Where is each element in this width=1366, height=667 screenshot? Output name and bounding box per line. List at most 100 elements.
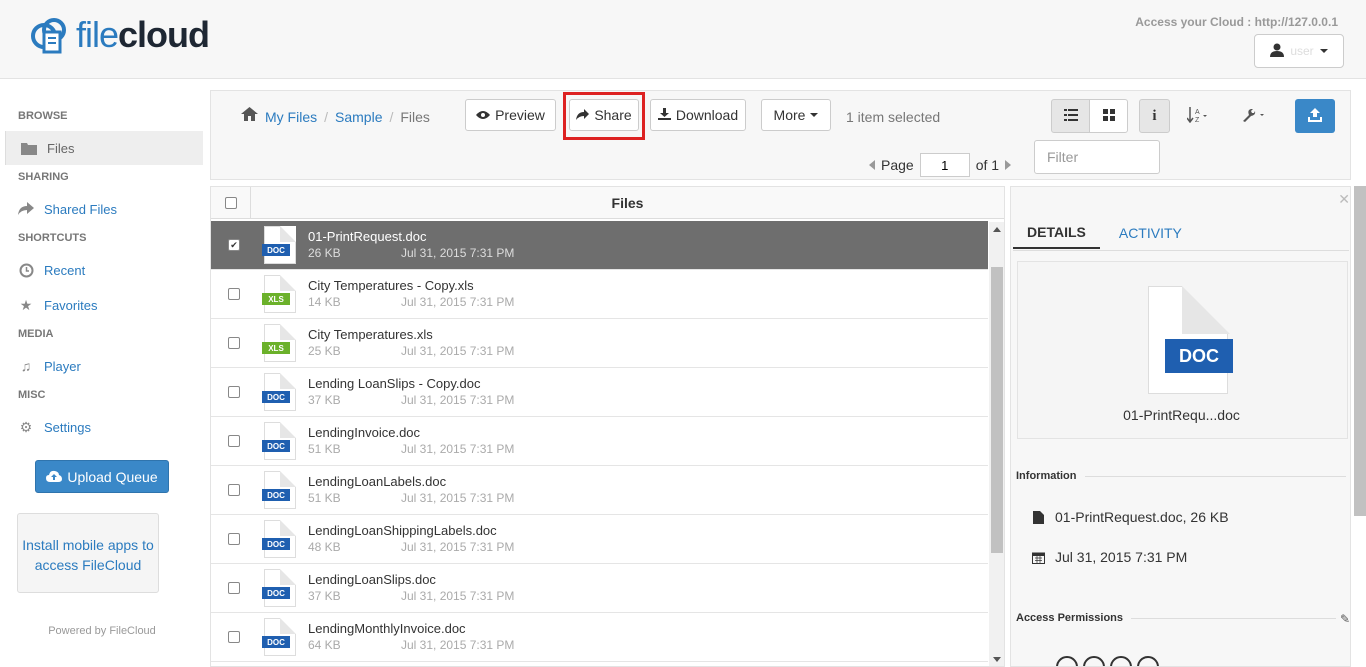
tab-activity[interactable]: ACTIVITY [1105, 217, 1196, 249]
table-row[interactable]: DOC LendingLoanShippingLabels.doc 48 KB Jul… [211, 515, 988, 564]
row-checkbox[interactable] [228, 533, 240, 545]
tab-details[interactable]: DETAILS [1013, 217, 1100, 249]
sidebar-item-recent[interactable]: Recent [18, 260, 85, 280]
table-row[interactable]: DOC LendingMonthlyInvoice.doc 64 KB Jul 31,… [211, 613, 988, 662]
page-input[interactable] [919, 153, 970, 177]
table-row[interactable]: ✔ DOC 01-PrintRequest.doc 26 KB Jul 31, 2015… [211, 221, 988, 270]
list-view-button[interactable] [1051, 99, 1090, 133]
file-name[interactable]: 01-PrintRequest.doc [308, 228, 514, 245]
file-type-tag: DOC [262, 636, 290, 648]
page-scrollbar[interactable] [1354, 186, 1366, 516]
next-page-icon[interactable] [1005, 160, 1012, 170]
sidebar-item-shared-files[interactable]: Shared Files [18, 199, 117, 219]
sort-button[interactable]: AZ [1181, 99, 1215, 133]
select-all-checkbox[interactable] [224, 196, 237, 209]
upload-icon [1308, 107, 1322, 125]
breadcrumb-my-files[interactable]: My Files [265, 109, 317, 125]
chevron-down-icon [1319, 49, 1328, 53]
table-row[interactable]: DOC Lending LoanSlips - Copy.doc 37 KB Jul … [211, 368, 988, 417]
info-button[interactable]: i [1139, 99, 1170, 133]
row-checkbox[interactable] [228, 337, 240, 349]
sidebar-item-player[interactable]: ♫ Player [18, 356, 81, 376]
file-name[interactable]: LendingLoanLabels.doc [308, 473, 514, 490]
folder-icon [21, 140, 37, 156]
scroll-down-icon[interactable] [993, 657, 1001, 662]
home-icon[interactable] [241, 107, 258, 126]
share-button[interactable]: Share [569, 99, 639, 131]
edit-permissions-icon[interactable]: ✎ [1340, 612, 1350, 626]
details-panel: ✕ DETAILS ACTIVITY DOC 01-PrintRequ...do… [1010, 186, 1351, 667]
section-shortcuts: SHORTCUTS [18, 232, 87, 244]
file-name[interactable]: LendingMonthlyInvoice.doc [308, 620, 514, 637]
sidebar-item-files[interactable]: Files [5, 131, 203, 165]
row-checkbox[interactable] [228, 631, 240, 643]
file-name[interactable]: City Temperatures.xls [308, 326, 514, 343]
table-row[interactable]: DOC LendingInvoice.doc 51 KB Jul 31, 2015 7… [211, 417, 988, 466]
upload-button[interactable] [1295, 99, 1335, 133]
file-name[interactable]: City Temperatures - Copy.xls [308, 277, 514, 294]
sidebar-item-favorites[interactable]: ★ Favorites [18, 295, 98, 315]
grid-view-button[interactable] [1089, 99, 1128, 133]
row-checkbox[interactable] [228, 288, 240, 300]
tools-button[interactable] [1238, 99, 1272, 133]
table-row[interactable]: XLS City Temperatures.xls 25 KB Jul 31, 201… [211, 319, 988, 368]
file-date: Jul 31, 2015 7:31 PM [401, 540, 515, 554]
breadcrumb-sample[interactable]: Sample [335, 109, 382, 125]
permission-icons [1056, 656, 1159, 666]
prev-page-icon[interactable] [869, 160, 875, 170]
clock-icon [18, 262, 34, 278]
preview-button[interactable]: Preview [465, 99, 556, 131]
permission-share-icon [1110, 656, 1132, 666]
info-icon: i [1152, 107, 1157, 124]
svg-text:Z: Z [1195, 117, 1200, 123]
scroll-thumb[interactable] [991, 267, 1003, 553]
cloud-upload-icon [46, 469, 63, 485]
install-mobile-apps-link[interactable]: Install mobile apps to access FileCloud [17, 513, 159, 593]
permission-read-icon [1056, 656, 1078, 666]
filter-input[interactable] [1034, 140, 1160, 174]
file-name[interactable]: LendingInvoice.doc [308, 424, 514, 441]
user-menu-button[interactable]: user [1254, 34, 1344, 68]
row-checkbox[interactable] [228, 435, 240, 447]
file-toolbar: My Files / Sample / Files Preview Share … [210, 90, 1351, 180]
table-row[interactable]: XLS City Temperatures - Copy.xls 14 KB Jul … [211, 270, 988, 319]
row-checkbox[interactable] [228, 386, 240, 398]
file-size: 37 KB [308, 589, 341, 603]
close-icon[interactable]: ✕ [1338, 191, 1350, 208]
files-column-header[interactable]: Files [251, 195, 1004, 211]
logo-text: filecloud [76, 14, 210, 55]
file-date: Jul 31, 2015 7:31 PM [401, 393, 515, 407]
file-name[interactable]: LendingLoanShippingLabels.doc [308, 522, 514, 539]
share-label: Share [594, 107, 632, 123]
list-icon [1063, 108, 1078, 124]
sidebar-item-settings[interactable]: ⚙ Settings [18, 417, 91, 437]
file-list-scrollbar[interactable] [989, 222, 1004, 666]
file-date: Jul 31, 2015 7:31 PM [401, 589, 515, 603]
download-button[interactable]: Download [650, 99, 746, 131]
file-size: 51 KB [308, 491, 341, 505]
row-checkbox[interactable] [228, 582, 240, 594]
filecloud-logo[interactable]: filecloud [30, 14, 210, 55]
grid-icon [1102, 108, 1115, 124]
upload-queue-button[interactable]: Upload Queue [35, 460, 169, 493]
share-arrow-icon [576, 107, 590, 123]
more-button[interactable]: More [761, 99, 831, 131]
doc-file-icon: DOC [262, 618, 298, 656]
preview-label: Preview [495, 107, 545, 123]
row-checkbox[interactable] [228, 484, 240, 496]
row-checkbox[interactable]: ✔ [228, 239, 240, 251]
table-row[interactable]: DOC LendingLoanLabels.doc 51 KB Jul 31, 201… [211, 466, 988, 515]
file-name[interactable]: LendingLoanSlips.doc [308, 571, 514, 588]
section-sharing: SHARING [18, 171, 69, 183]
file-date: Jul 31, 2015 7:31 PM [401, 491, 515, 505]
sidebar-item-label: Settings [44, 419, 91, 435]
scroll-up-icon[interactable] [993, 227, 1001, 232]
table-row[interactable]: DOC LendingLoanSlips.doc 37 KB Jul 31, 2015… [211, 564, 988, 613]
sidebar-item-label: Files [47, 140, 75, 156]
selection-count: 1 item selected [846, 109, 941, 125]
file-name[interactable]: Lending LoanSlips - Copy.doc [308, 375, 514, 392]
file-type-tag: DOC [262, 244, 290, 256]
file-date: Jul 31, 2015 7:31 PM [401, 295, 515, 309]
chevron-down-icon [810, 113, 819, 117]
user-name: user [1290, 44, 1314, 58]
